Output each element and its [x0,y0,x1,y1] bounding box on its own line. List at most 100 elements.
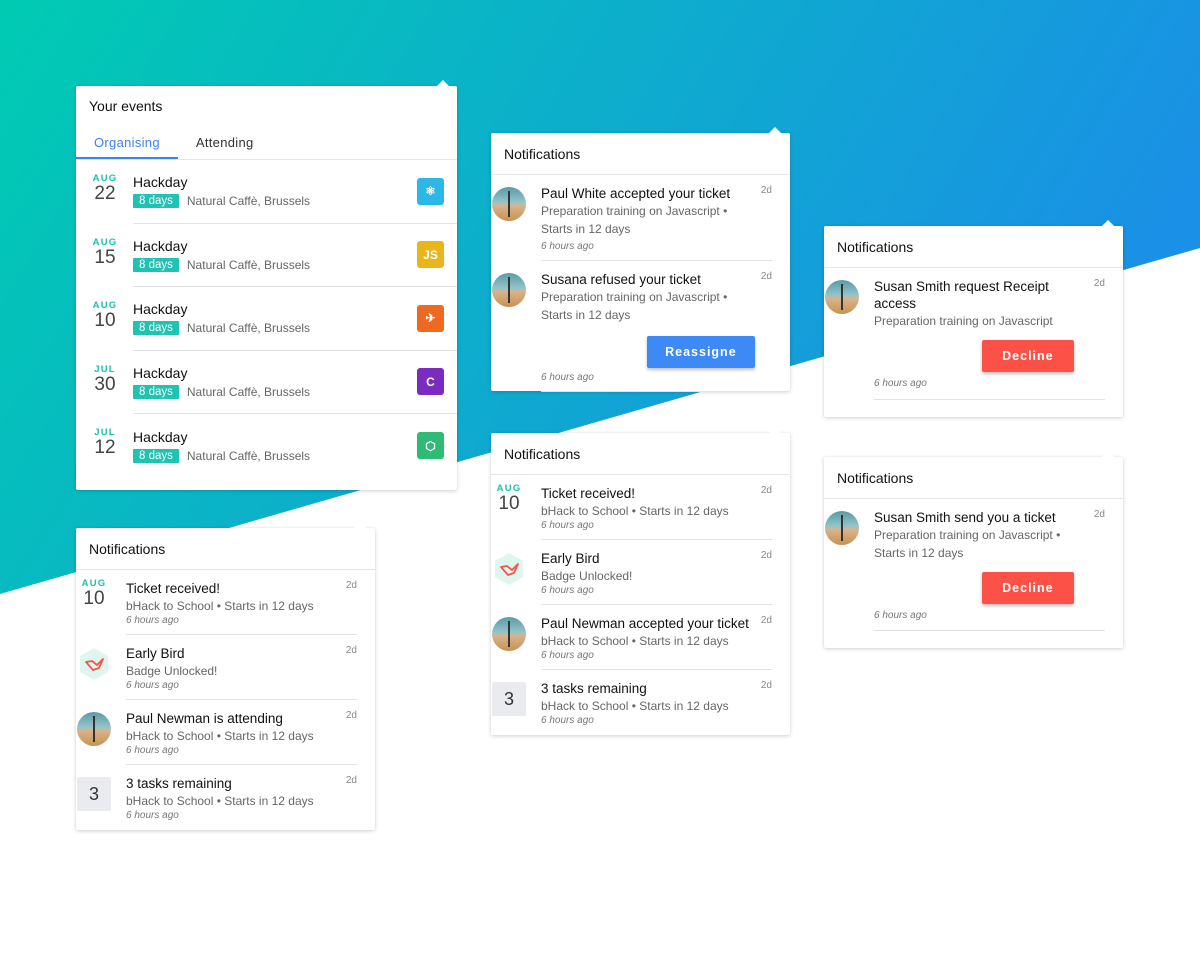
avatar [825,280,859,314]
swift-icon: ✈ [417,304,444,332]
notification-title: Early Bird [541,551,600,566]
list-item[interactable]: 3 3 tasks remaining bHack to School • Star… [77,765,357,829]
list-item[interactable]: Paul White accepted your ticket Preparat… [492,175,772,261]
notification-time: 6 hours ago [541,585,594,596]
notification-title: Early Bird [126,646,185,661]
list-item[interactable]: Susan Smith request Receipt access Prepa… [825,268,1105,400]
event-days-badge: 8 days [133,384,179,399]
event-date: AUG 10 [90,300,120,331]
notification-age: 2d [345,580,357,591]
event-row[interactable]: AUG 15 Hackday 8 days Natural Caffè, Brussel… [93,224,457,287]
notification-title: Susan Smith request Receipt access [874,279,1049,311]
notification-age: 2d [345,775,357,786]
notification-time: 6 hours ago [126,680,179,691]
event-day: 12 [94,437,116,458]
notification-day: 10 [83,588,105,609]
javascript-icon: JS [417,241,444,269]
list-item[interactable]: Paul Newman accepted your ticket bHack to… [492,605,772,670]
event-title: Hackday [133,237,188,254]
notifications-card-ticket-sent: Notifications Susan Smith send you a tic… [824,451,1123,648]
notification-age: 2d [345,710,357,721]
notification-subtitle: bHack to School • Starts in 12 days [126,794,314,808]
notifications-list: AUG 10 Ticket received! bHack to School • S… [76,570,375,829]
notification-age: 2d [760,680,772,691]
notifications-card-activity-2: Notifications AUG 10 Ticket received! bHack… [491,427,790,735]
notification-subtitle: Preparation training on Javascript • Sta… [874,528,1061,560]
list-item[interactable]: Early Bird Badge Unlocked! 6 hours ago 2d [495,540,772,605]
notification-subtitle: Preparation training on Javascript • Sta… [541,204,728,236]
notifications-title: Notifications [76,528,375,570]
notifications-title: Notifications [491,433,790,475]
notification-title: Susana refused your ticket [541,272,701,287]
list-item[interactable]: Susan Smith send you a ticket Preparatio… [825,499,1105,631]
notification-day: 10 [498,493,520,514]
event-days-badge: 8 days [133,194,179,209]
notifications-title: Notifications [824,226,1123,268]
notification-title: 3 tasks remaining [126,776,232,791]
list-item[interactable]: 3 3 tasks remaining bHack to School • Star… [492,670,772,734]
event-title: Hackday [133,174,188,191]
notification-title: Paul Newman accepted your ticket [541,616,749,631]
tab-organising[interactable]: Organising [76,126,178,159]
event-date: JUL 30 [90,364,120,395]
event-days-badge: 8 days [133,448,179,463]
decline-button[interactable]: Decline [981,340,1074,372]
notification-time: 6 hours ago [541,650,594,661]
decline-button[interactable]: Decline [981,572,1074,604]
task-count: 3 [77,777,111,811]
event-day: 10 [94,310,116,331]
task-count: 3 [492,682,526,716]
notification-time: 6 hours ago [874,610,927,621]
list-item[interactable]: AUG 10 Ticket received! bHack to School • S… [82,570,357,635]
list-item[interactable]: AUG 10 Ticket received! bHack to School • S… [497,475,772,540]
notification-time: 6 hours ago [541,520,594,531]
event-day: 15 [94,246,116,268]
event-month: JUL [94,363,116,375]
event-row[interactable]: JUL 12 Hackday 8 days Natural Caffè, Brussel… [94,414,457,478]
event-location: Natural Caffè, Brussels [186,448,311,463]
event-month: AUG [92,236,118,248]
list-item[interactable]: Early Bird Badge Unlocked! 6 hours ago 2d [80,635,357,700]
notification-subtitle: bHack to School • Starts in 12 days [541,699,729,713]
notification-title: Ticket received! [126,581,221,596]
notification-subtitle: bHack to School • Starts in 12 days [126,599,314,613]
notification-time: 6 hours ago [126,810,179,821]
notifications-title: Notifications [491,133,790,175]
notification-time: 6 hours ago [541,715,594,726]
event-days-badge: 8 days [133,257,179,272]
notification-title: 3 tasks remaining [541,681,647,696]
tab-attending[interactable]: Attending [178,126,272,159]
notification-subtitle: Badge Unlocked! [541,569,633,583]
event-title: Hackday [133,301,188,318]
notification-date: AUG 10 [492,483,526,517]
reassign-button[interactable]: Reassigne [646,336,755,368]
event-title: Hackday [133,364,188,381]
notification-age: 2d [760,550,772,561]
notification-time: 6 hours ago [874,378,927,389]
notifications-card-tickets: Notifications Paul White accepted your t… [491,127,790,392]
notification-title: Paul Newman is attending [126,711,283,726]
event-row[interactable]: AUG 10 Hackday 8 days Natural Caffè, Brussel… [93,287,457,351]
notification-time: 6 hours ago [541,372,594,383]
events-card-title: Your events [89,98,163,114]
notification-subtitle: bHack to School • Starts in 12 days [541,504,729,518]
event-day: 22 [94,183,116,204]
notification-age: 2d [760,185,772,196]
notification-age: 2d [345,645,357,656]
event-row[interactable]: JUL 30 Hackday 8 days Natural Caffè, Brussel… [94,351,457,414]
list-item[interactable]: Susana refused your ticket Preparation t… [492,261,772,392]
nodejs-icon: ⬡ [417,432,444,460]
notification-age: 2d [1093,278,1105,289]
notification-title: Paul White accepted your ticket [541,186,731,201]
event-row[interactable]: AUG 22 Hackday 8 days Natural Caffè, Brussel… [93,160,457,224]
notification-title: Ticket received! [541,486,636,501]
notification-age: 2d [760,615,772,626]
list-item[interactable]: Paul Newman is attending bHack to School … [77,700,357,765]
avatar [492,187,526,221]
event-location: Natural Caffè, Brussels [186,194,311,209]
notification-subtitle: bHack to School • Starts in 12 days [126,729,314,743]
avatar [492,617,526,651]
notification-time: 6 hours ago [126,615,179,626]
notification-time: 6 hours ago [126,745,179,756]
notification-subtitle: bHack to School • Starts in 12 days [541,634,729,648]
